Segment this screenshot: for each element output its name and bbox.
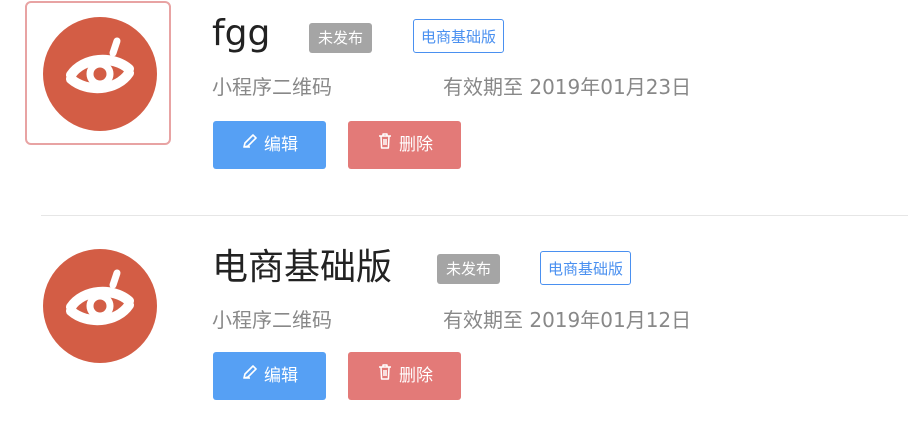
app-card: fgg 未发布 电商基础版 小程序二维码 有效期至 2019年01月23日 编辑… — [0, 0, 908, 200]
app-card: 电商基础版 未发布 电商基础版 小程序二维码 有效期至 2019年01月12日 … — [0, 232, 908, 432]
status-badge: 未发布 — [309, 23, 373, 53]
expiry-text: 有效期至 2019年01月12日 — [443, 308, 692, 332]
delete-button-label: 删除 — [399, 135, 433, 155]
qrcode-link[interactable]: 小程序二维码 — [212, 307, 332, 333]
version-badge: 电商基础版 — [413, 19, 505, 53]
app-logo-icon — [43, 17, 157, 131]
app-logo-icon — [43, 249, 157, 363]
edit-button[interactable]: 编辑 — [213, 352, 326, 400]
app-title: fgg — [212, 13, 271, 54]
status-badge: 未发布 — [437, 254, 501, 284]
app-list: fgg 未发布 电商基础版 小程序二维码 有效期至 2019年01月23日 编辑… — [0, 0, 908, 436]
version-badge: 电商基础版 — [540, 251, 632, 285]
app-logo-frame[interactable] — [25, 233, 171, 377]
edit-button-label: 编辑 — [264, 135, 298, 155]
qrcode-link[interactable]: 小程序二维码 — [212, 74, 332, 100]
app-logo-frame[interactable] — [25, 1, 171, 145]
divider — [41, 215, 908, 216]
pencil-icon — [241, 121, 259, 169]
delete-button-label: 删除 — [399, 366, 433, 386]
trash-icon — [376, 121, 394, 169]
delete-button[interactable]: 删除 — [348, 121, 461, 169]
trash-icon — [376, 352, 394, 400]
pencil-icon — [241, 352, 259, 400]
edit-button[interactable]: 编辑 — [213, 121, 326, 169]
edit-button-label: 编辑 — [264, 366, 298, 386]
delete-button[interactable]: 删除 — [348, 352, 461, 400]
expiry-text: 有效期至 2019年01月23日 — [443, 75, 692, 99]
app-title: 电商基础版 — [212, 247, 393, 288]
